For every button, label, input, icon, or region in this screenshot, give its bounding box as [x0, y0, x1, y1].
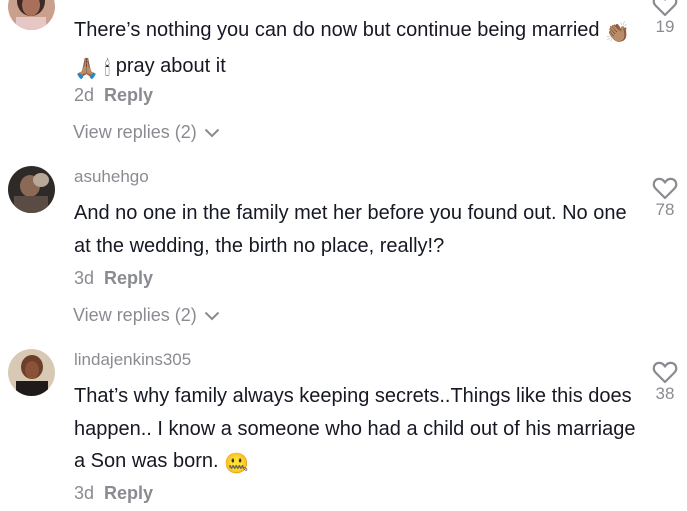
reply-button[interactable]: Reply — [104, 85, 153, 105]
clapping-hands-icon: 👏🏽 — [605, 22, 630, 44]
avatar[interactable] — [8, 0, 55, 30]
comment-time: 2d — [74, 85, 95, 105]
view-replies-label: View replies (2) — [73, 122, 197, 142]
comment-time: 3d — [74, 268, 95, 288]
comment-text: That’s why family always keeping secrets… — [74, 380, 649, 481]
avatar[interactable] — [8, 349, 55, 396]
candle-icon: 🕯 — [104, 57, 111, 80]
heart-outline-icon — [652, 361, 678, 384]
praying-hands-icon: 🙏🏽 — [74, 57, 99, 80]
comment-meta: 3d Reply — [74, 483, 153, 504]
avatar[interactable] — [8, 166, 55, 213]
like-button[interactable]: 19 — [650, 0, 680, 37]
comment-username[interactable]: asuhehgo — [74, 167, 149, 187]
heart-outline-icon — [652, 177, 678, 200]
chevron-down-icon — [204, 312, 219, 321]
comment-time: 3d — [74, 483, 95, 503]
comment-meta: 3d Reply — [74, 268, 153, 289]
like-count: 78 — [655, 200, 675, 219]
view-replies-button[interactable]: View replies (2) — [73, 122, 220, 143]
like-button[interactable]: 38 — [650, 361, 680, 404]
like-count: 38 — [655, 384, 675, 403]
chevron-down-icon — [204, 129, 219, 138]
comment-meta: 2d Reply — [74, 85, 153, 106]
like-button[interactable]: 78 — [650, 177, 680, 220]
reply-button[interactable]: Reply — [104, 483, 153, 503]
view-replies-button[interactable]: View replies (2) — [73, 305, 220, 326]
heart-outline-icon — [652, 0, 678, 17]
reply-button[interactable]: Reply — [104, 268, 153, 288]
comment-text: There’s nothing you can do now but conti… — [74, 14, 634, 85]
comment-text: And no one in the family met her before … — [74, 202, 627, 257]
like-count: 19 — [655, 17, 675, 36]
comment-username[interactable]: lindajenkins305 — [74, 350, 191, 370]
view-replies-label: View replies (2) — [73, 305, 197, 325]
zipper-mouth-face-icon: 🤐 — [224, 453, 249, 475]
